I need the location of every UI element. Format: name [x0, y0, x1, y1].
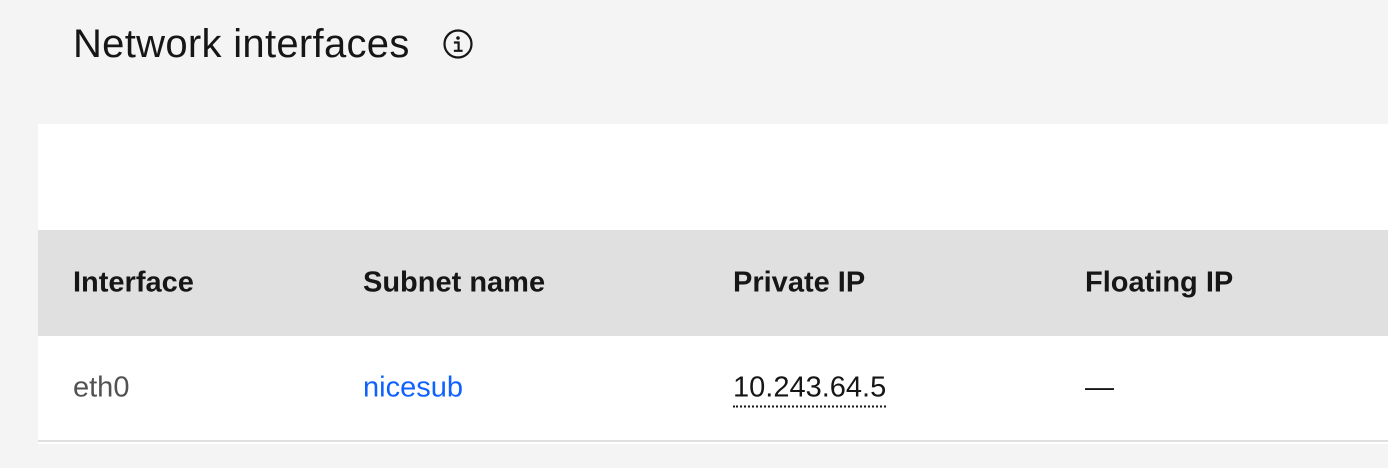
column-header-private-ip[interactable]: Private IP — [733, 267, 865, 300]
column-header-floating-ip[interactable]: Floating IP — [1085, 267, 1233, 300]
interface-cell: eth0 — [73, 371, 130, 404]
section-title: Network interfaces — [73, 21, 410, 66]
column-header-interface[interactable]: Interface — [73, 267, 194, 300]
network-interfaces-table: Interface Subnet name Private IP Floatin… — [38, 230, 1388, 442]
network-interfaces-card: Interface Subnet name Private IP Floatin… — [38, 124, 1388, 444]
column-header-subnet-name[interactable]: Subnet name — [363, 267, 545, 300]
private-ip-value[interactable]: 10.243.64.5 — [733, 371, 887, 408]
section-header: Network interfaces — [73, 14, 474, 74]
subnet-name-cell: nicesub — [363, 372, 463, 405]
subnet-link[interactable]: nicesub — [363, 372, 463, 404]
table-row: eth0 nicesub 10.243.64.5 — — [38, 336, 1388, 442]
private-ip-cell: 10.243.64.5 — [733, 371, 887, 408]
table-header-row: Interface Subnet name Private IP Floatin… — [38, 230, 1388, 336]
information-icon[interactable] — [442, 28, 474, 60]
table-toolbar — [38, 124, 1388, 230]
information-icon-graphic — [443, 29, 473, 59]
floating-ip-cell: — — [1085, 371, 1114, 404]
